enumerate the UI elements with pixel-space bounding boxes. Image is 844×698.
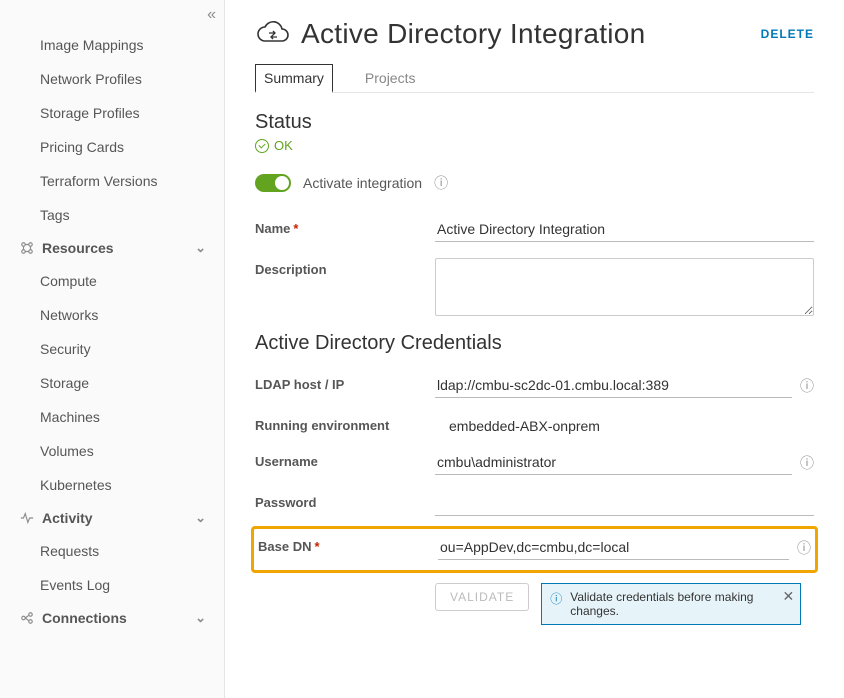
sidebar-item-label: Machines [40, 409, 100, 425]
description-label: Description [255, 258, 435, 277]
basedn-input[interactable] [438, 535, 789, 560]
sidebar-item-machines[interactable]: Machines [0, 400, 224, 434]
sidebar-item-label: Kubernetes [40, 477, 112, 493]
close-icon[interactable]: ✕ [783, 588, 795, 605]
sidebar-item-label: Compute [40, 273, 97, 289]
info-icon[interactable]: ⓘ [800, 376, 814, 396]
connections-icon [20, 611, 34, 625]
status-indicator: OK [255, 138, 814, 153]
sidebar-group-label: Activity [42, 510, 93, 526]
sidebar-item-kubernetes[interactable]: Kubernetes [0, 468, 224, 502]
sidebar-item-label: Events Log [40, 577, 110, 593]
page-title: Active Directory Integration [301, 18, 646, 50]
sidebar-item-terraform-versions[interactable]: Terraform Versions [0, 164, 224, 198]
ldap-label: LDAP host / IP [255, 373, 435, 392]
sidebar-group-label: Resources [42, 240, 114, 256]
sidebar-item-label: Networks [40, 307, 98, 323]
name-input[interactable] [435, 217, 814, 242]
ok-check-icon [255, 139, 269, 153]
chevron-down-icon: ⌄ [195, 510, 206, 526]
sidebar-item-label: Terraform Versions [40, 173, 157, 189]
sidebar-item-compute[interactable]: Compute [0, 264, 224, 298]
username-input[interactable] [435, 450, 792, 475]
sidebar-item-label: Pricing Cards [40, 139, 124, 155]
sidebar-item-requests[interactable]: Requests [0, 534, 224, 568]
name-label: Name* [255, 217, 435, 236]
sidebar-collapse-icon[interactable]: « [207, 6, 216, 24]
status-heading: Status [255, 111, 814, 134]
sidebar-item-storage-profiles[interactable]: Storage Profiles [0, 96, 224, 130]
username-label: Username [255, 450, 435, 469]
sidebar-item-label: Network Profiles [40, 71, 142, 87]
chevron-down-icon: ⌄ [195, 240, 206, 256]
cloud-integration-icon [255, 20, 291, 49]
tab-projects[interactable]: Projects [361, 64, 420, 92]
info-icon: ⓘ [550, 590, 562, 607]
validate-button[interactable]: VALIDATE [435, 583, 529, 611]
sidebar-group-connections[interactable]: Connections ⌄ [0, 602, 224, 634]
sidebar-item-networks[interactable]: Networks [0, 298, 224, 332]
sidebar-item-label: Storage Profiles [40, 105, 140, 121]
sidebar-group-label: Connections [42, 610, 127, 626]
delete-button[interactable]: DELETE [761, 27, 814, 41]
sidebar-item-label: Storage [40, 375, 89, 391]
status-value: OK [274, 138, 293, 153]
sidebar-group-resources[interactable]: Resources ⌄ [0, 232, 224, 264]
chevron-down-icon: ⌄ [195, 610, 206, 626]
info-icon[interactable]: ⓘ [800, 453, 814, 473]
credentials-heading: Active Directory Credentials [255, 332, 814, 355]
sidebar-item-label: Security [40, 341, 91, 357]
password-label: Password [255, 491, 435, 510]
tab-bar: Summary Projects [255, 64, 814, 93]
sidebar-item-tags[interactable]: Tags [0, 198, 224, 232]
sidebar-item-storage[interactable]: Storage [0, 366, 224, 400]
main-panel: Active Directory Integration DELETE Summ… [225, 0, 844, 698]
sidebar-group-activity[interactable]: Activity ⌄ [0, 502, 224, 534]
sidebar-item-label: Tags [40, 207, 70, 223]
activate-toggle[interactable] [255, 174, 291, 192]
basedn-label: Base DN* [258, 535, 438, 554]
ldap-input[interactable] [435, 373, 792, 398]
sidebar-item-network-profiles[interactable]: Network Profiles [0, 62, 224, 96]
sidebar-item-label: Image Mappings [40, 37, 144, 53]
info-banner-text: Validate credentials before making chang… [570, 590, 792, 618]
sidebar: « Image Mappings Network Profiles Storag… [0, 0, 225, 698]
activate-label: Activate integration [303, 175, 422, 191]
sidebar-item-image-mappings[interactable]: Image Mappings [0, 28, 224, 62]
password-input[interactable] [435, 491, 814, 516]
env-label: Running environment [255, 414, 435, 433]
description-textarea[interactable] [435, 258, 814, 316]
basedn-highlight: Base DN* ⓘ [251, 526, 818, 573]
tab-label: Projects [365, 70, 416, 86]
sidebar-item-volumes[interactable]: Volumes [0, 434, 224, 468]
info-icon[interactable]: ⓘ [434, 173, 448, 193]
sidebar-item-events-log[interactable]: Events Log [0, 568, 224, 602]
sidebar-item-pricing-cards[interactable]: Pricing Cards [0, 130, 224, 164]
validate-info-banner: ⓘ Validate credentials before making cha… [541, 583, 801, 625]
sidebar-item-label: Volumes [40, 443, 94, 459]
sidebar-item-security[interactable]: Security [0, 332, 224, 366]
env-value: embedded-ABX-onprem [435, 414, 600, 434]
info-icon[interactable]: ⓘ [797, 538, 811, 558]
resources-icon [20, 241, 34, 255]
sidebar-item-label: Requests [40, 543, 99, 559]
tab-label: Summary [264, 70, 324, 86]
tab-summary[interactable]: Summary [255, 64, 333, 93]
activity-icon [20, 511, 34, 525]
